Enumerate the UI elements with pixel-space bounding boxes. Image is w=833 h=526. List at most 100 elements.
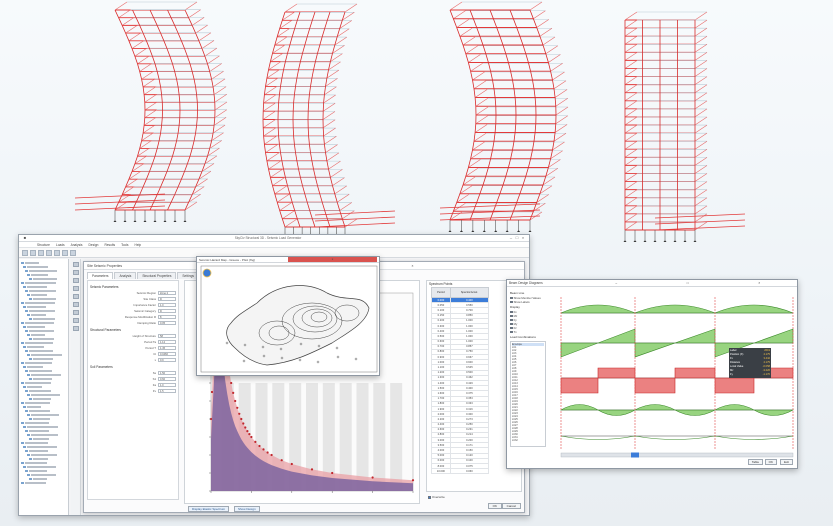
- group-tool-icon[interactable]: [72, 318, 79, 323]
- beam-minimize-icon[interactable]: –: [581, 280, 653, 286]
- force-diagram-segment[interactable]: [713, 404, 795, 416]
- run-analysis-icon[interactable]: [62, 249, 68, 256]
- spectrum-point[interactable]: [254, 440, 257, 443]
- display-option-checkbox[interactable]: [510, 314, 513, 318]
- force-diagram-segment[interactable]: [634, 404, 716, 416]
- param-input[interactable]: 0.60: [158, 377, 176, 381]
- spectrum-point[interactable]: [250, 435, 253, 439]
- load-tool-icon[interactable]: [72, 294, 79, 299]
- material-tool-icon[interactable]: [72, 310, 79, 315]
- beam-option-checkbox[interactable]: [510, 296, 513, 300]
- force-diagram-segment[interactable]: [560, 435, 636, 440]
- display-option-checkbox[interactable]: [510, 318, 513, 322]
- spectrum-point[interactable]: [248, 433, 251, 436]
- node-tool-icon[interactable]: [72, 262, 79, 267]
- load-combination-list[interactable]: Envelope LC1 LC2 LC3 LC4 LC5 LC6 LC7 LC8 LC9 LC10 L…: [510, 341, 546, 447]
- zoom-icon[interactable]: [70, 249, 76, 256]
- position-slider[interactable]: [560, 452, 794, 458]
- seismic-hazard-map[interactable]: [197, 263, 381, 377]
- model-tree-panel[interactable]: [19, 259, 69, 515]
- menu-item-loads[interactable]: Loads: [56, 243, 65, 247]
- force-diagram-segment[interactable]: [714, 304, 794, 314]
- param-input[interactable]: 1.12: [158, 340, 176, 344]
- accel-cell[interactable]: 0.060: [449, 468, 490, 475]
- display-option[interactable]: Tx: [510, 330, 546, 334]
- param-input[interactable]: 0.0466: [158, 352, 176, 356]
- spectrum-point[interactable]: [210, 390, 214, 394]
- cancel-button[interactable]: Cancel: [501, 503, 521, 509]
- tree-item[interactable]: [21, 481, 66, 485]
- param-input[interactable]: 1.50: [158, 371, 176, 375]
- spectrum-point[interactable]: [371, 476, 374, 479]
- force-diagram-segment[interactable]: [559, 404, 637, 416]
- spectrum-point[interactable]: [230, 381, 233, 385]
- building-model[interactable]: [262, 3, 396, 239]
- overwrite-checkbox-box[interactable]: [428, 495, 431, 499]
- spectrum-point[interactable]: [236, 406, 239, 409]
- spectrum-point[interactable]: [331, 471, 334, 475]
- param-input[interactable]: 1.45: [158, 346, 176, 350]
- force-diagram-segment[interactable]: [560, 367, 636, 394]
- spectrum-point[interactable]: [290, 462, 293, 466]
- spectrum-point[interactable]: [310, 468, 314, 471]
- tab-analysis[interactable]: Analysis: [114, 272, 137, 279]
- beam-close-icon[interactable]: ×: [724, 280, 796, 286]
- building-model[interactable]: [439, 1, 569, 232]
- column-header-spectral-accel[interactable]: Spectral Accel.: [449, 287, 490, 298]
- building-model[interactable]: [623, 11, 746, 242]
- section-tool-icon[interactable]: [72, 302, 79, 307]
- overwrite-checkbox[interactable]: Overwrite: [428, 495, 445, 499]
- spectrum-point[interactable]: [280, 459, 283, 462]
- param-input[interactable]: D: [158, 309, 176, 313]
- support-tool-icon[interactable]: [72, 278, 79, 283]
- force-diagram-segment[interactable]: [634, 328, 716, 358]
- param-input[interactable]: 1.0: [158, 383, 176, 387]
- beam-ok-button[interactable]: OK: [764, 459, 777, 465]
- undo-icon[interactable]: [46, 249, 52, 256]
- display-option-checkbox[interactable]: [510, 310, 513, 314]
- column-header-period[interactable]: Period: [431, 287, 451, 298]
- spectrum-point[interactable]: [232, 391, 235, 394]
- spectrum-point[interactable]: [234, 399, 237, 403]
- settings-tool-icon[interactable]: [72, 326, 79, 331]
- spectrum-point[interactable]: [411, 479, 415, 482]
- menu-item-structure[interactable]: Structure: [37, 243, 50, 247]
- open-file-icon[interactable]: [30, 249, 36, 256]
- menu-item-design[interactable]: Design: [89, 243, 99, 247]
- exit-button[interactable]: Exit: [779, 459, 793, 465]
- menu-item-help[interactable]: Help: [135, 243, 142, 247]
- table-button[interactable]: Table: [747, 459, 763, 465]
- member-tool-icon[interactable]: [72, 270, 79, 275]
- param-input[interactable]: 1.5: [158, 389, 176, 393]
- spectrum-point[interactable]: [240, 417, 243, 421]
- param-input[interactable]: 1.0: [158, 303, 176, 307]
- menu-item-analysis[interactable]: Analysis: [71, 243, 83, 247]
- map-close-icon[interactable]: x: [288, 257, 377, 262]
- menu-item-results[interactable]: Results: [104, 243, 115, 247]
- close-window-icon[interactable]: ×: [520, 235, 526, 241]
- param-input[interactable]: 0.9: [158, 358, 176, 362]
- force-diagram-segment[interactable]: [714, 435, 794, 440]
- force-diagram-segment[interactable]: [634, 435, 716, 440]
- force-diagram-segment[interactable]: [560, 328, 636, 358]
- period-cell[interactable]: 10.000: [431, 468, 451, 475]
- display-option-checkbox[interactable]: [510, 326, 513, 330]
- param-input[interactable]: Zone 2: [158, 291, 176, 295]
- spectrum-point[interactable]: [238, 412, 241, 415]
- plate-tool-icon[interactable]: [72, 286, 79, 291]
- param-input[interactable]: 0.05: [158, 321, 176, 325]
- param-input[interactable]: 58: [158, 334, 176, 338]
- table-row[interactable]: 10.000 0.060: [431, 468, 490, 475]
- save-icon[interactable]: [38, 249, 44, 256]
- beam-option-checkbox[interactable]: [510, 300, 513, 304]
- spectrum-point[interactable]: [270, 453, 273, 457]
- spectrum-point[interactable]: [246, 430, 249, 433]
- spectrum-point[interactable]: [266, 451, 269, 454]
- beam-option[interactable]: Show Labels: [510, 300, 546, 304]
- redo-icon[interactable]: [54, 249, 60, 256]
- new-file-icon[interactable]: [22, 249, 28, 256]
- show-design-button[interactable]: Show Design: [234, 506, 260, 512]
- param-input[interactable]: 8: [158, 315, 176, 319]
- spectrum-table[interactable]: Period Spectral Accel. 0.000 0.400 0.050 0.…: [431, 287, 490, 475]
- slider-handle[interactable]: [631, 452, 639, 458]
